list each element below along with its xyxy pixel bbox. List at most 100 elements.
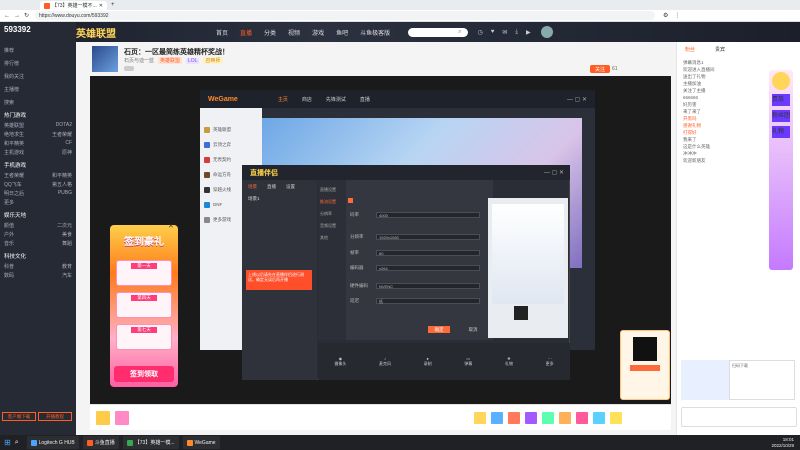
setting-select[interactable]: 1920x1080 [376, 234, 480, 240]
cancel-button[interactable]: 取消 [462, 326, 484, 333]
search-icon[interactable]: ⌕ [458, 29, 461, 36]
extensions-icon[interactable]: ⚙ [663, 12, 668, 19]
setting-select[interactable]: 60 [376, 250, 480, 256]
right-activity-strip[interactable]: 贵族 粉丝团 礼物 [769, 70, 793, 270]
settings-nav-item[interactable]: 其他 [320, 232, 344, 244]
obs-tool-more[interactable]: ⋯ 更多 [546, 356, 554, 367]
ok-button[interactable]: 确定 [428, 326, 450, 333]
sidebar-row[interactable]: 王者荣耀 和平精英 [0, 171, 76, 180]
menu-icon[interactable]: ⋮ [674, 12, 680, 19]
sidebar-row[interactable]: 颜值 二次元 [0, 221, 76, 230]
obs-scene-item[interactable]: 场景1 [242, 194, 317, 204]
gift-icon[interactable] [576, 411, 588, 424]
sidebar-row[interactable]: 明日之后 PUBG [0, 189, 76, 198]
gift-icon[interactable] [491, 411, 503, 424]
windows-start-icon[interactable]: ⊞ [4, 438, 11, 447]
gift-icon[interactable] [115, 410, 129, 425]
activity-badge[interactable]: 粉丝团 [772, 110, 790, 122]
url-input[interactable]: https://www.douyu.com/593392 [35, 11, 656, 20]
nav-video[interactable]: 视频 [288, 28, 300, 37]
taskbar-item[interactable]: Logitech G HUB [26, 436, 79, 449]
gift-icon[interactable] [593, 411, 605, 424]
clock[interactable]: 18:01 2022/10/29 [771, 437, 794, 449]
settings-nav-item[interactable]: 推流设置 [320, 196, 344, 208]
nav-home[interactable]: 首页 [216, 28, 228, 37]
obs-tab[interactable]: 设置 [286, 184, 295, 190]
gift-icon[interactable] [525, 411, 537, 424]
history-icon[interactable]: ◷ [477, 29, 482, 36]
settings-nav-item[interactable]: 直播设置 [320, 184, 344, 196]
sidebar-row[interactable]: 户外 美食 [0, 230, 76, 239]
sidebar-row[interactable]: 科普 教育 [0, 262, 76, 271]
wegame-tab[interactable]: 主页 [278, 96, 288, 103]
refresh-icon[interactable]: ↻ [24, 12, 29, 19]
download-tip-card[interactable]: 扫码下载 [729, 360, 795, 400]
wegame-side-item[interactable]: 云顶之弈 [204, 137, 258, 152]
sidebar-row[interactable]: 绝地求生 王者荣耀 [0, 130, 76, 139]
download-icon[interactable]: ⤓ [515, 29, 518, 36]
browser-tab[interactable]: 【73】英雄一模不... ✕ [40, 1, 107, 10]
gift-icon[interactable] [610, 411, 622, 424]
obs-window-controls-icon[interactable]: — ▢ ✕ [544, 169, 564, 176]
nav-category[interactable]: 分类 [264, 28, 276, 37]
gift-icon[interactable] [508, 411, 520, 424]
room-tag[interactable]: LOL [186, 57, 200, 64]
nav-fishbar[interactable]: 鱼吧 [336, 28, 348, 37]
sidebar-item-follow[interactable]: 我的关注 [0, 68, 76, 81]
nav-geek[interactable]: 斗鱼极客版 [360, 28, 390, 37]
streamer-name[interactable]: 石页与迪一蓝 [124, 57, 154, 64]
settings-checkbox-row[interactable] [348, 198, 353, 203]
close-icon[interactable]: ✕ [99, 3, 103, 9]
signin-button[interactable]: 签到领取 [114, 366, 174, 382]
tab-vip[interactable]: 贵宾 [715, 46, 725, 53]
live-icon[interactable]: ▶ [526, 29, 531, 36]
follow-icon[interactable]: ♥ [491, 29, 495, 35]
wegame-tab[interactable]: 商店 [302, 96, 312, 103]
obs-tool-danmu[interactable]: ▭ 弹幕 [464, 356, 472, 367]
nav-game[interactable]: 游戏 [312, 28, 324, 37]
promo-close-icon[interactable]: ✕ [168, 222, 174, 230]
new-tab-icon[interactable]: + [111, 2, 115, 8]
sidebar-item-rank[interactable]: 排行榜 [0, 55, 76, 68]
obs-tool-mic[interactable]: ♪ 麦克风 [379, 356, 391, 367]
gift-icon[interactable] [559, 411, 571, 424]
forward-icon[interactable]: → [14, 13, 20, 19]
chat-input[interactable] [681, 407, 797, 427]
obs-tab[interactable]: 直播 [267, 184, 276, 190]
checkbox-icon[interactable] [348, 198, 353, 203]
back-icon[interactable]: ← [4, 13, 10, 19]
sidebar-item-recommend[interactable]: 推荐 [0, 44, 76, 55]
setting-select[interactable]: x264 [376, 265, 480, 271]
obs-tool-camera[interactable]: ◉ 摄像头 [334, 356, 346, 367]
message-icon[interactable]: ✉ [502, 29, 507, 36]
sidebar-row[interactable]: 英雄联盟 DOTA2 [0, 121, 76, 130]
wegame-tab[interactable]: 先锋测试 [326, 96, 346, 103]
taskbar-item[interactable]: 【73】英雄一模... [122, 436, 179, 449]
gift-icon[interactable] [542, 411, 554, 424]
sidebar-row[interactable]: 数码 汽车 [0, 271, 76, 280]
gift-icon[interactable] [96, 410, 110, 425]
nav-live[interactable]: 直播 [240, 28, 252, 37]
obs-tool-record[interactable]: ● 录制 [424, 356, 432, 367]
setting-select[interactable]: 低 [376, 298, 480, 304]
setting-select[interactable]: NVENC [376, 283, 480, 289]
follow-button[interactable]: 关注 [590, 65, 611, 73]
sidebar-row[interactable]: 主机游戏 原神 [0, 148, 76, 157]
window-controls-icon[interactable]: — ▢ ✕ [567, 96, 587, 103]
settings-nav-item[interactable]: 音频设置 [320, 220, 344, 232]
sidebar-row[interactable]: QQ飞车 第五人格 [0, 180, 76, 189]
activity-badge[interactable]: 贵族 [772, 94, 790, 106]
sidebar-row[interactable]: 音乐 舞蹈 [0, 239, 76, 248]
room-tag[interactable]: 召唤师 [203, 57, 223, 64]
download-client-button[interactable]: 客户端下载 [2, 412, 36, 421]
wegame-tab[interactable]: 直播 [360, 96, 370, 103]
avatar[interactable] [540, 26, 553, 38]
settings-nav-item[interactable]: 分辨率 [320, 208, 344, 220]
player-ad-card[interactable] [620, 330, 670, 400]
streamer-avatar[interactable] [92, 46, 118, 72]
search-icon[interactable]: ⌕ [15, 439, 19, 447]
taskbar-item[interactable]: 斗鱼直播 [82, 436, 119, 449]
tab-fans[interactable]: 粉丝 [685, 46, 695, 53]
wegame-side-item[interactable]: 英雄联盟 [204, 122, 258, 137]
activity-badge[interactable]: 礼物 [772, 126, 790, 138]
